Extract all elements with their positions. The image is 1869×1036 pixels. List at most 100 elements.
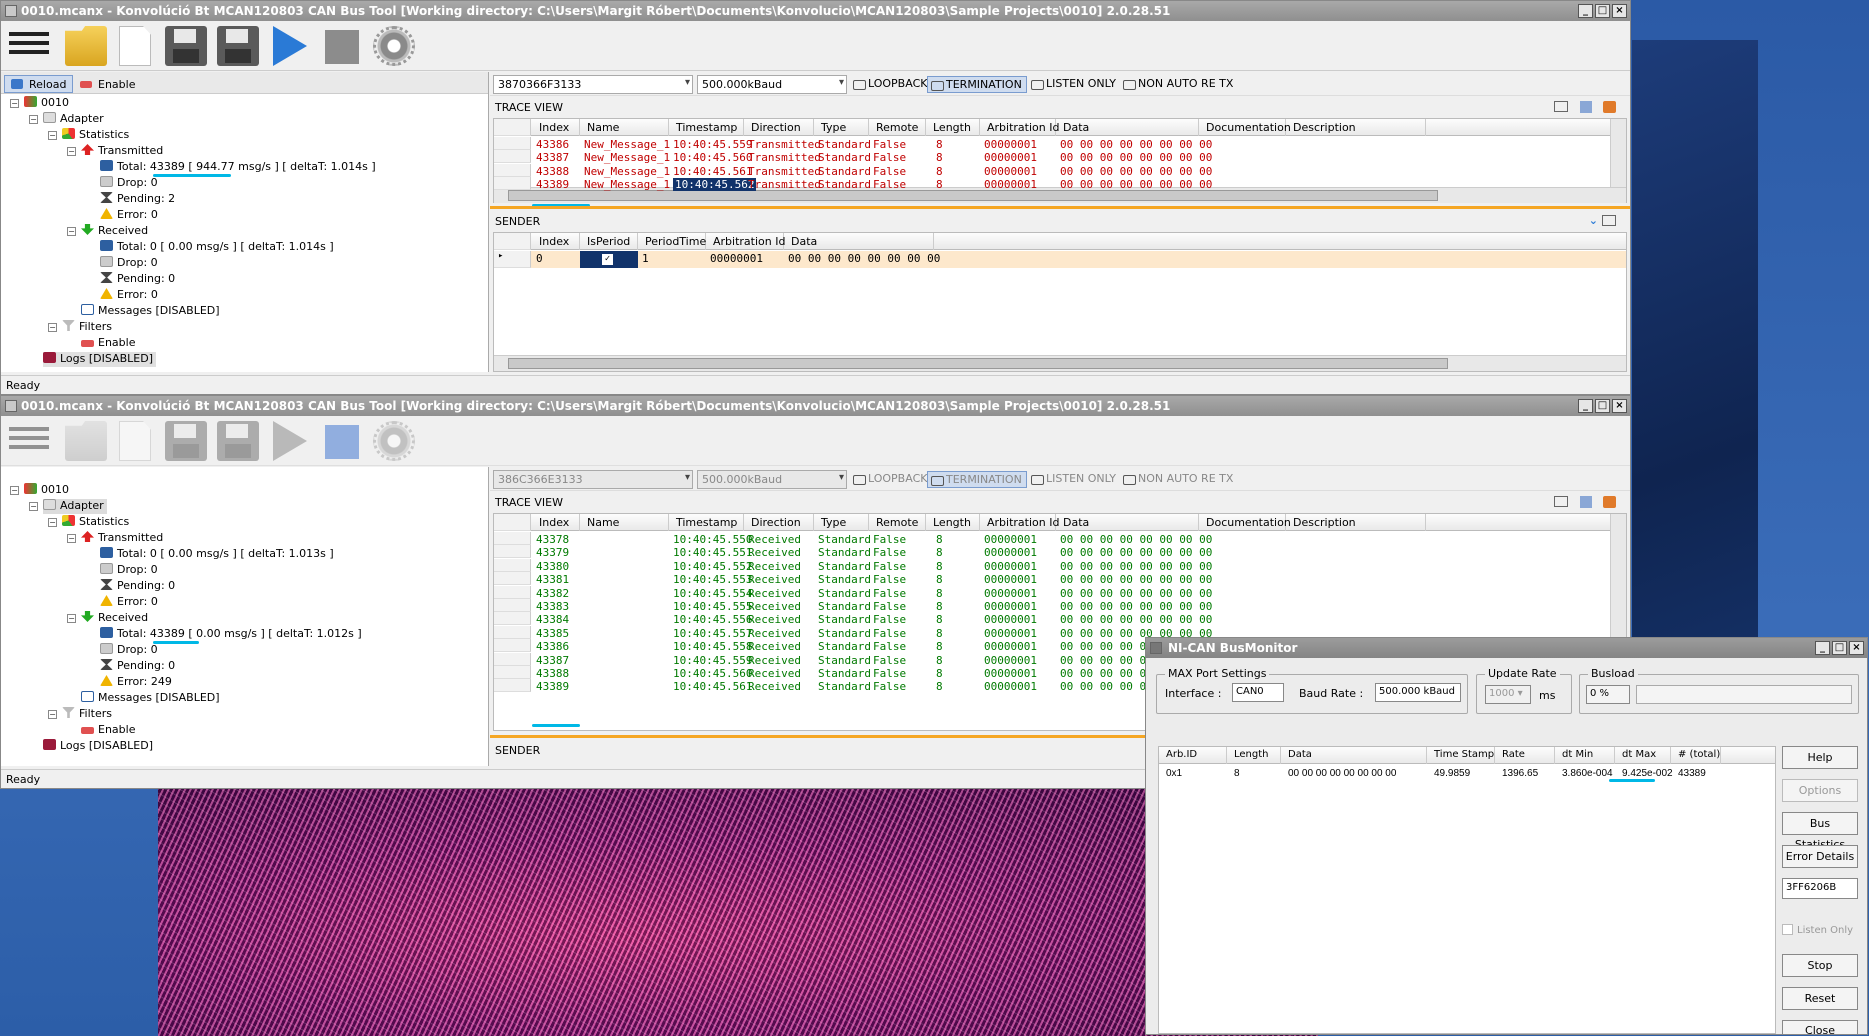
row-selector[interactable] xyxy=(494,150,531,164)
loopback-toggle[interactable]: LOOPBACK xyxy=(850,471,931,488)
maximize-button[interactable]: □ xyxy=(1832,641,1847,655)
tree-node-rx-total[interactable]: Total: 43389 [ 0.00 msg/s ] [ deltaT: 1.… xyxy=(100,627,362,642)
layout-icon[interactable] xyxy=(1554,101,1568,112)
column-header[interactable]: Type xyxy=(814,119,869,136)
tree-node-root[interactable]: 0010 xyxy=(24,483,69,498)
row-selector[interactable] xyxy=(494,639,531,653)
tree-node-logs[interactable]: Logs [DISABLED] xyxy=(43,739,153,754)
collapse-toggle[interactable]: − xyxy=(67,534,76,543)
tree-node-adapter[interactable]: Adapter xyxy=(43,499,107,514)
column-header[interactable]: Description xyxy=(1286,119,1426,136)
row-selector[interactable] xyxy=(494,545,531,559)
collapse-toggle[interactable]: − xyxy=(48,131,57,140)
column-header[interactable]: Length xyxy=(926,514,980,531)
new-file-icon[interactable] xyxy=(119,26,151,66)
open-folder-icon[interactable] xyxy=(65,26,107,66)
tree-node-messages[interactable]: Messages [DISABLED] xyxy=(81,691,220,706)
column-header[interactable]: Documentation xyxy=(1199,119,1291,136)
tree-node-messages[interactable]: Messages [DISABLED] xyxy=(81,304,220,319)
column-header[interactable]: IsPeriod xyxy=(580,233,638,250)
tree-node-tx-drop[interactable]: Drop: 0 xyxy=(100,176,158,191)
reset-button[interactable]: Reset xyxy=(1782,987,1858,1010)
window-title-bar[interactable]: NI-CAN BusMonitor _ □ × xyxy=(1146,638,1867,658)
minimize-button[interactable]: _ xyxy=(1815,641,1830,655)
baud-rate-field[interactable]: 500.000 kBaud xyxy=(1375,683,1461,702)
column-header[interactable]: Data xyxy=(1281,747,1427,764)
column-header[interactable]: Index xyxy=(532,514,580,531)
tree-node-statistics[interactable]: Statistics xyxy=(62,515,129,530)
chevron-down-icon[interactable]: ⌄ xyxy=(1589,214,1598,227)
termination-toggle[interactable]: TERMINATION xyxy=(927,76,1027,93)
open-folder-icon[interactable] xyxy=(65,421,107,461)
tree-node-root[interactable]: 0010 xyxy=(24,96,69,111)
clear-icon[interactable] xyxy=(1603,101,1616,113)
tree-node-tx-error[interactable]: Error: 0 xyxy=(100,595,158,610)
column-header[interactable]: # (total) xyxy=(1671,747,1721,764)
close-dialog-button[interactable]: Close xyxy=(1782,1020,1858,1034)
row-selector[interactable] xyxy=(494,137,531,150)
column-header[interactable]: PeriodTime xyxy=(638,233,706,250)
row-selector[interactable] xyxy=(494,532,531,545)
collapse-toggle[interactable]: − xyxy=(29,115,38,124)
settings-gear-icon[interactable] xyxy=(373,26,415,66)
bus-statistics-button[interactable]: Bus Statistics xyxy=(1782,812,1858,851)
listen-only-checkbox[interactable]: Listen Only xyxy=(1782,924,1853,936)
table-row[interactable]: 0x1 8 00 00 00 00 00 00 00 00 49.9859 1396.6… xyxy=(1159,767,1775,783)
save-as-icon[interactable] xyxy=(217,421,259,461)
export-icon[interactable] xyxy=(1580,101,1592,113)
close-button[interactable]: × xyxy=(1612,4,1627,18)
save-icon[interactable] xyxy=(165,26,207,66)
listen-only-toggle[interactable]: LISTEN ONLY xyxy=(1028,471,1120,488)
tree-node-rx-error[interactable]: Error: 249 xyxy=(100,675,172,690)
tree-node-tx-drop[interactable]: Drop: 0 xyxy=(100,563,158,578)
tree-node-rx-error[interactable]: Error: 0 xyxy=(100,288,158,303)
tree-node-rx-drop[interactable]: Drop: 0 xyxy=(100,256,158,271)
tree-node-received[interactable]: Received xyxy=(81,611,148,626)
column-header[interactable]: Time Stamp xyxy=(1427,747,1495,764)
help-button[interactable]: Help xyxy=(1782,746,1858,769)
column-header[interactable]: dt Min xyxy=(1555,747,1615,764)
column-header[interactable]: Direction xyxy=(744,119,814,136)
column-header[interactable]: Index xyxy=(532,233,580,250)
options-button[interactable]: Options xyxy=(1782,779,1858,802)
collapse-toggle[interactable]: − xyxy=(67,614,76,623)
export-icon[interactable] xyxy=(1580,496,1592,508)
is-period-checkbox[interactable]: ✓ xyxy=(580,251,638,268)
tree-node-tx-total[interactable]: Total: 0 [ 0.00 msg/s ] [ deltaT: 1.013s… xyxy=(100,547,334,562)
baud-rate-select[interactable]: 500.000kBaud xyxy=(697,470,847,489)
baud-rate-select[interactable]: 500.000kBaud xyxy=(697,75,847,94)
trace-grid[interactable]: Index Name Timestamp Direction Type Remote Len… xyxy=(493,118,1627,207)
minimize-button[interactable]: _ xyxy=(1578,4,1593,18)
save-icon[interactable] xyxy=(165,421,207,461)
collapse-toggle[interactable]: − xyxy=(67,147,76,156)
table-row[interactable]: ▸ 0 ✓ 1 00000001 00 00 00 00 00 00 00 00 xyxy=(494,251,1626,268)
collapse-toggle[interactable]: − xyxy=(67,227,76,236)
column-header[interactable]: Data xyxy=(1056,119,1199,136)
tree-node-rx-drop[interactable]: Drop: 0 xyxy=(100,643,158,658)
splitter-bar[interactable] xyxy=(490,206,1630,209)
enable-button[interactable]: Enable xyxy=(73,75,142,93)
play-icon[interactable] xyxy=(273,421,307,461)
column-header[interactable]: Arb.ID xyxy=(1159,747,1227,764)
device-serial-select[interactable]: 3870366F3133 xyxy=(493,75,693,94)
close-button[interactable]: × xyxy=(1612,399,1627,413)
scroll-thumb[interactable] xyxy=(508,358,1448,369)
row-selector[interactable] xyxy=(494,652,531,666)
row-selector[interactable] xyxy=(494,625,531,639)
menu-icon[interactable] xyxy=(9,27,49,61)
column-header[interactable]: Name xyxy=(580,514,669,531)
maximize-button[interactable]: □ xyxy=(1595,399,1610,413)
column-header[interactable]: Arbitration Id xyxy=(980,514,1059,531)
tree-node-received[interactable]: Received xyxy=(81,224,148,239)
column-header[interactable]: Name xyxy=(580,119,669,136)
row-selector[interactable] xyxy=(494,177,531,191)
column-header[interactable]: Description xyxy=(1286,514,1426,531)
tree-node-filters[interactable]: Filters xyxy=(62,320,112,335)
error-details-button[interactable]: Error Details xyxy=(1782,845,1858,868)
row-selector[interactable] xyxy=(494,585,531,599)
listen-only-toggle[interactable]: LISTEN ONLY xyxy=(1028,76,1120,93)
stop-icon[interactable] xyxy=(325,30,359,64)
busmonitor-grid[interactable]: Arb.ID Length Data Time Stamp Rate dt Min dt M… xyxy=(1158,746,1776,1034)
tree-node-transmitted[interactable]: Transmitted xyxy=(81,531,163,546)
row-selector[interactable] xyxy=(494,163,531,177)
